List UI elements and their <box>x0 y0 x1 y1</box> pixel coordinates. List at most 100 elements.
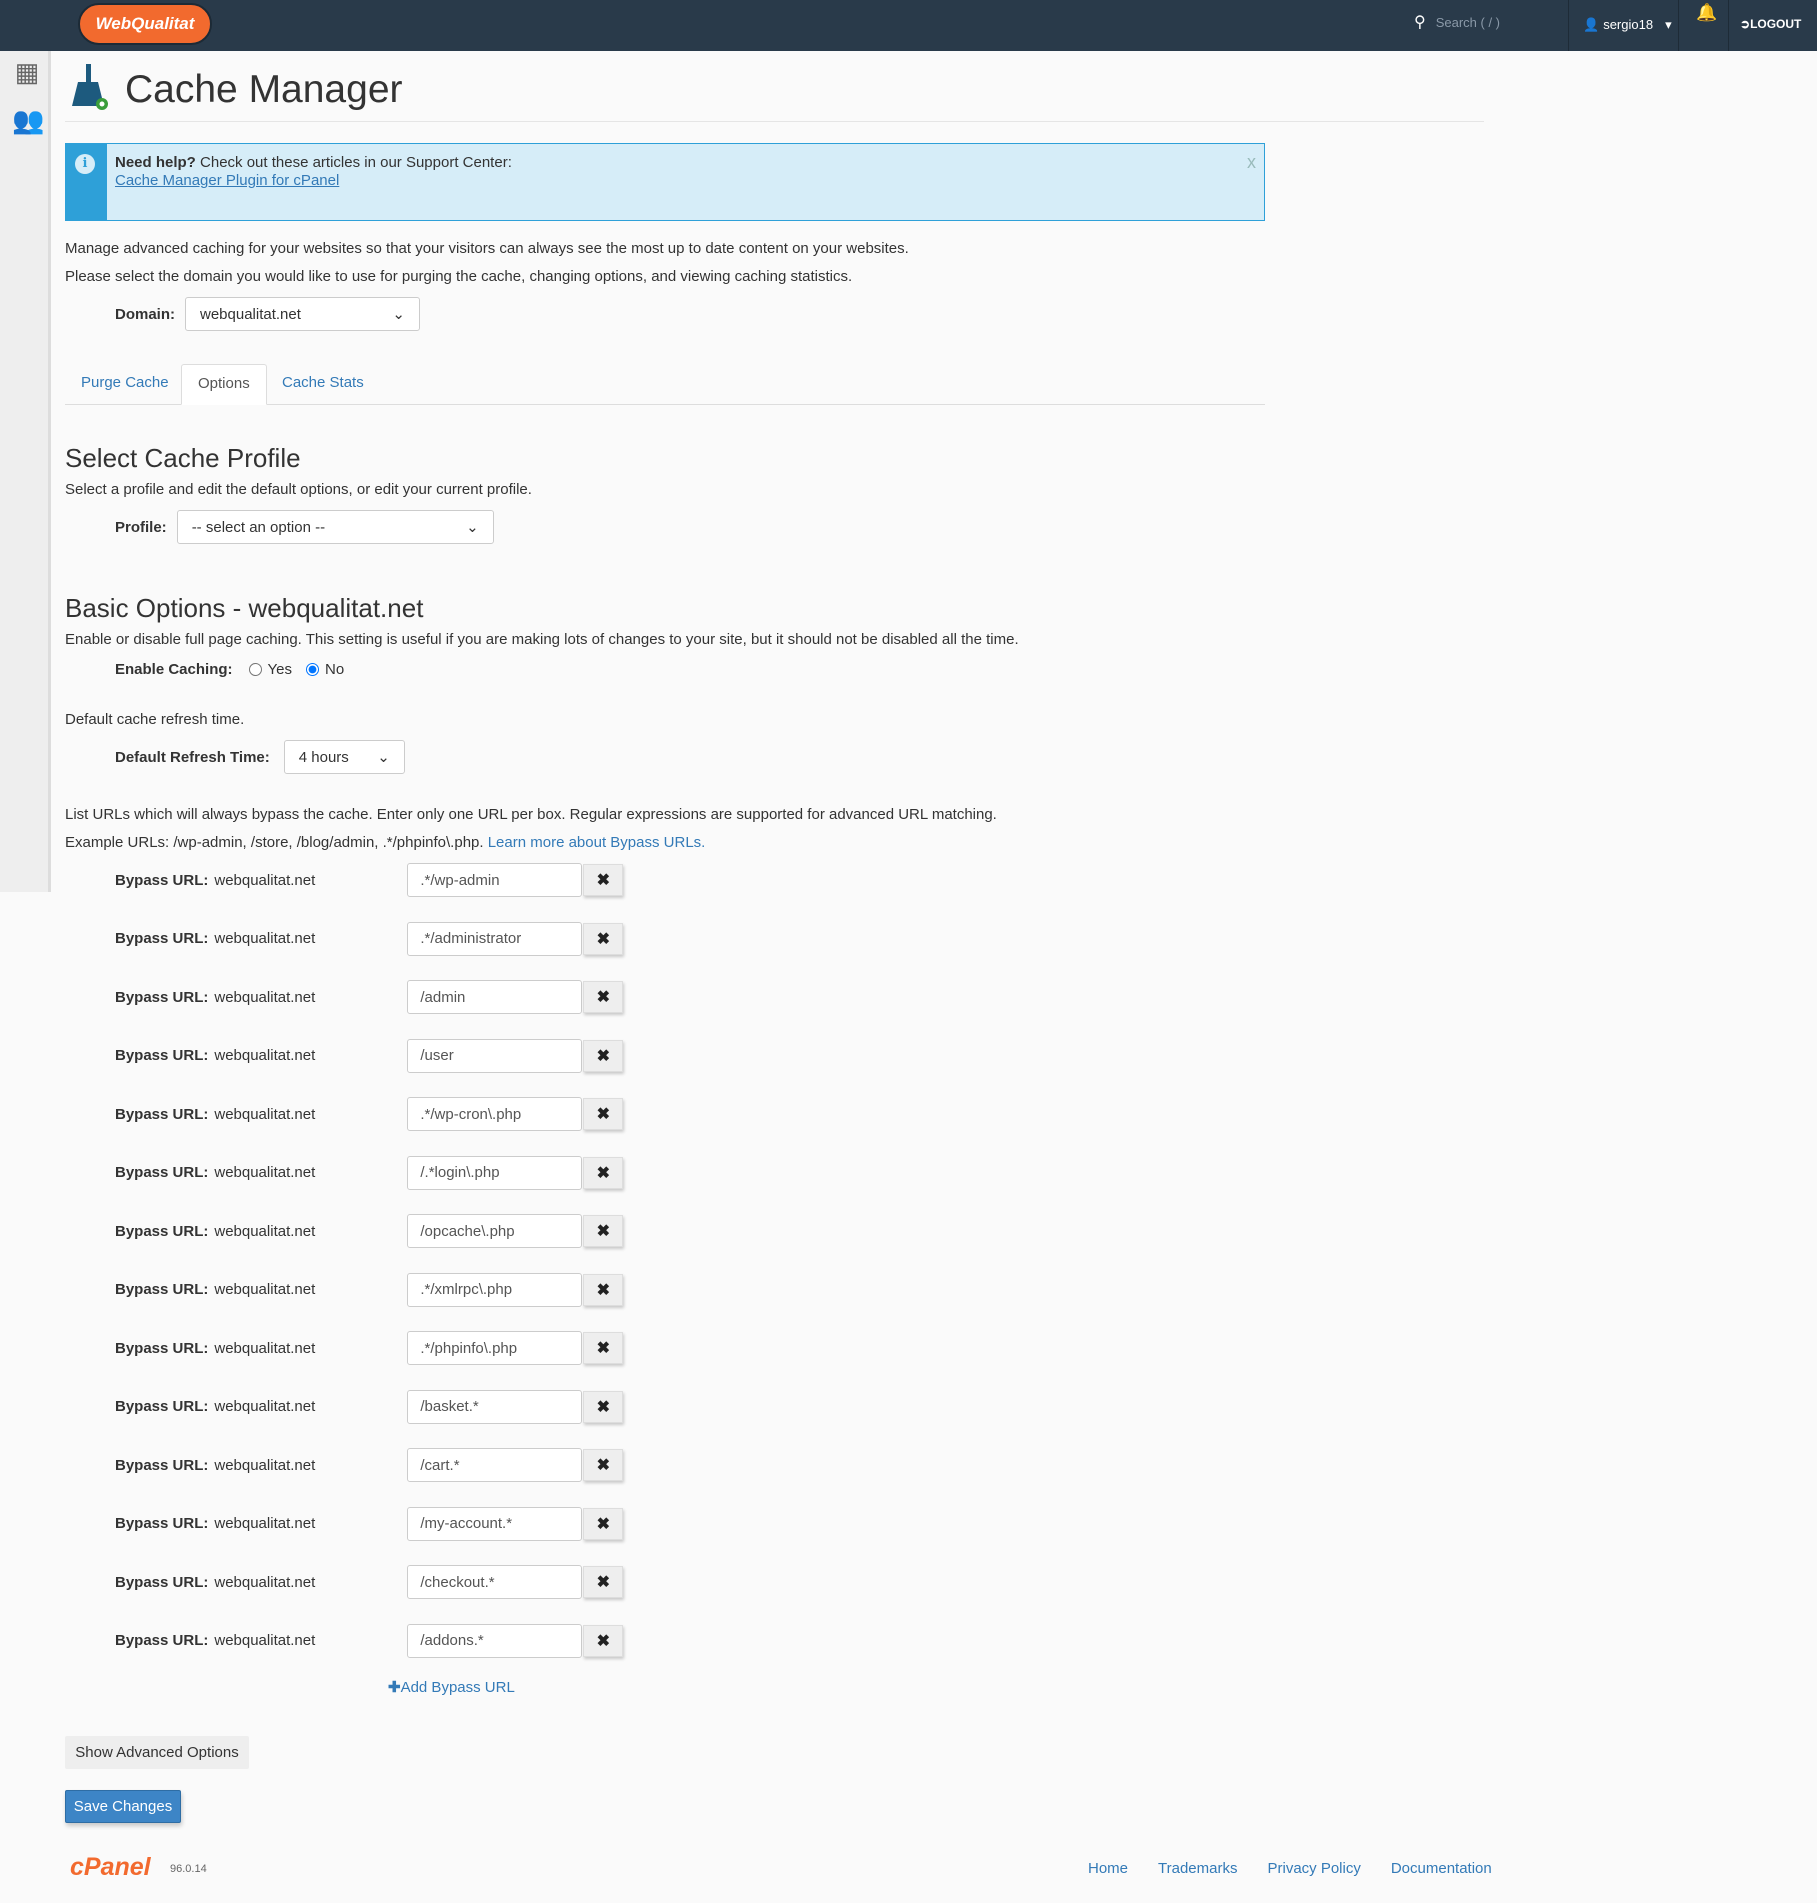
remove-bypass-url-button[interactable]: ✖ <box>583 1273 624 1306</box>
bypass-url-input[interactable]: /addons.* <box>407 1623 583 1658</box>
bypass-url-input[interactable]: /basket.* <box>407 1389 583 1424</box>
bypass-url-label: Bypass URL: <box>115 1164 209 1181</box>
bypass-url-input[interactable]: .*/phpinfo\.php <box>407 1331 583 1365</box>
bypass-url-label: Bypass URL: <box>115 1456 209 1474</box>
close-icon: ✖ <box>596 1106 611 1123</box>
remove-bypass-url-button[interactable]: ✖ <box>583 1566 624 1598</box>
bypass-url-label: Bypass URL: <box>115 1281 209 1298</box>
bypass-url-value: /user <box>420 1047 454 1064</box>
remove-bypass-url-button[interactable]: ✖ <box>583 1449 624 1481</box>
footer-link-documentation[interactable]: Documentation <box>1391 1860 1492 1877</box>
intro-text: Manage advanced caching for your website… <box>65 240 909 257</box>
chevron-down-icon: ⌄ <box>466 519 479 536</box>
plus-icon: ✚ <box>388 1679 401 1696</box>
help-text: Check out these articles in our Support … <box>195 154 512 171</box>
bypass-url-input[interactable]: /admin <box>407 980 583 1014</box>
enable-no-radio[interactable] <box>306 663 320 676</box>
divider <box>65 121 1484 122</box>
remove-bypass-url-button[interactable]: ✖ <box>583 1507 624 1540</box>
remove-bypass-url-button[interactable]: ✖ <box>583 1624 624 1657</box>
footer-link-trademarks[interactable]: Trademarks <box>1158 1860 1237 1877</box>
bypass-url-input[interactable]: /checkout.* <box>407 1565 583 1599</box>
bypass-url-label: Bypass URL: <box>115 1339 209 1357</box>
logo[interactable]: WebQualitat <box>78 3 212 45</box>
bypass-url-value: .*/phpinfo\.php <box>420 1339 518 1357</box>
bypass-url-input[interactable]: /cart.* <box>407 1448 583 1482</box>
remove-bypass-url-button[interactable]: ✖ <box>583 864 624 896</box>
remove-bypass-url-button[interactable]: ✖ <box>583 1332 624 1364</box>
remove-bypass-url-button[interactable]: ✖ <box>583 1098 624 1130</box>
bypass-url-input[interactable]: .*/xmlrpc\.php <box>407 1272 583 1307</box>
remove-bypass-url-button[interactable]: ✖ <box>583 922 624 955</box>
close-icon[interactable]: x <box>1247 152 1256 173</box>
tab-cache-stats[interactable]: Cache Stats <box>266 364 380 405</box>
search-input[interactable]: Search ( / ) <box>1436 15 1500 30</box>
bypass-domain: webqualitat.net <box>214 1515 316 1532</box>
logout-button[interactable]: ➲LOGOUT <box>1740 17 1801 31</box>
bypass-url-value: /checkout.* <box>420 1573 495 1591</box>
remove-bypass-url-button[interactable]: ✖ <box>583 1390 624 1423</box>
bypass-domain: webqualitat.net <box>214 1047 316 1064</box>
section-heading: Basic Options - webqualitat.net <box>65 593 424 623</box>
bypass-url-value: .*/wp-admin <box>420 871 500 889</box>
help-title: Need help? <box>115 154 196 171</box>
top-bar: WebQualitat ⚲ Search ( / ) 👤 sergio18 ▾ … <box>0 0 1817 51</box>
bypass-url-value: /opcache\.php <box>420 1222 515 1240</box>
domain-label: Domain: <box>115 305 175 323</box>
bypass-url-input[interactable]: .*/wp-admin <box>407 863 583 897</box>
enable-caching-label: Enable Caching: <box>115 661 233 678</box>
user-icon: 👤 <box>1583 17 1600 32</box>
users-icon[interactable]: 👥 <box>12 105 44 136</box>
bypass-url-value: .*/xmlrpc\.php <box>420 1281 513 1298</box>
close-icon: ✖ <box>596 1047 611 1065</box>
profile-select[interactable]: -- select an option -- ⌄ <box>176 510 494 544</box>
bypass-url-input[interactable]: /.*login\.php <box>407 1155 583 1190</box>
tab-options[interactable]: Options <box>181 364 267 405</box>
close-icon: ✖ <box>596 1632 611 1650</box>
bypass-url-input[interactable]: /my-account.* <box>407 1506 583 1541</box>
remove-bypass-url-button[interactable]: ✖ <box>583 1215 624 1247</box>
bell-icon[interactable]: 🔔 <box>1696 3 1717 23</box>
broom-gear-icon <box>72 64 108 110</box>
bypass-url-value: /cart.* <box>420 1456 460 1474</box>
bypass-domain: webqualitat.net <box>214 1632 316 1649</box>
bypass-url-input[interactable]: /opcache\.php <box>407 1214 583 1248</box>
bypass-url-value: /addons.* <box>420 1632 484 1649</box>
footer-link-privacy-policy[interactable]: Privacy Policy <box>1267 1860 1360 1877</box>
profile-desc: Select a profile and edit the default op… <box>65 481 532 498</box>
domain-select[interactable]: webqualitat.net ⌄ <box>185 297 420 331</box>
footer-link-home[interactable]: Home <box>1088 1860 1128 1877</box>
bypass-url-label: Bypass URL: <box>115 1573 209 1591</box>
bypass-url-input[interactable]: /user <box>407 1038 583 1073</box>
bypass-domain: webqualitat.net <box>214 1398 316 1415</box>
refresh-label: Default Refresh Time: <box>115 748 270 766</box>
learn-more-link[interactable]: Learn more about Bypass URLs. <box>488 834 706 851</box>
help-article-link[interactable]: Cache Manager Plugin for cPanel <box>115 172 339 189</box>
bypass-url-input[interactable]: .*/administrator <box>407 921 583 956</box>
refresh-time-select[interactable]: 4 hours ⌄ <box>283 740 405 774</box>
bypass-url-input[interactable]: .*/wp-cron\.php <box>407 1097 583 1131</box>
bypass-url-row: Bypass URL: webqualitat.net/checkout.* ✖ <box>115 1565 624 1599</box>
show-advanced-options-button[interactable]: Show Advanced Options <box>65 1736 249 1769</box>
save-changes-button[interactable]: Save Changes <box>65 1790 181 1823</box>
remove-bypass-url-button[interactable]: ✖ <box>583 1156 624 1189</box>
enable-yes-radio[interactable] <box>248 663 262 676</box>
bypass-url-label: Bypass URL: <box>115 1515 209 1532</box>
bypass-url-label: Bypass URL: <box>115 871 209 889</box>
remove-bypass-url-button[interactable]: ✖ <box>583 1039 624 1072</box>
tab-purge-cache[interactable]: Purge Cache <box>65 364 185 405</box>
close-icon: ✖ <box>596 930 611 948</box>
search-box[interactable]: ⚲ Search ( / ) <box>1414 12 1500 32</box>
example-urls: Example URLs: /wp-admin, /store, /blog/a… <box>65 834 488 851</box>
domain-value: webqualitat.net <box>200 305 301 323</box>
add-bypass-url-button[interactable]: ✚Add Bypass URL <box>388 1678 515 1696</box>
chevron-down-icon: ⌄ <box>377 749 390 766</box>
user-menu[interactable]: 👤 sergio18 ▾ <box>1583 17 1672 33</box>
bypass-url-row: Bypass URL: webqualitat.net .*/administrat… <box>115 921 624 956</box>
apps-grid-icon[interactable]: ▦ <box>12 57 42 88</box>
divider <box>1728 0 1729 51</box>
bypass-domain: webqualitat.net <box>214 1164 316 1181</box>
caching-desc: Enable or disable full page caching. Thi… <box>65 631 1019 648</box>
remove-bypass-url-button[interactable]: ✖ <box>583 981 624 1013</box>
bypass-domain: webqualitat.net <box>214 1456 316 1474</box>
